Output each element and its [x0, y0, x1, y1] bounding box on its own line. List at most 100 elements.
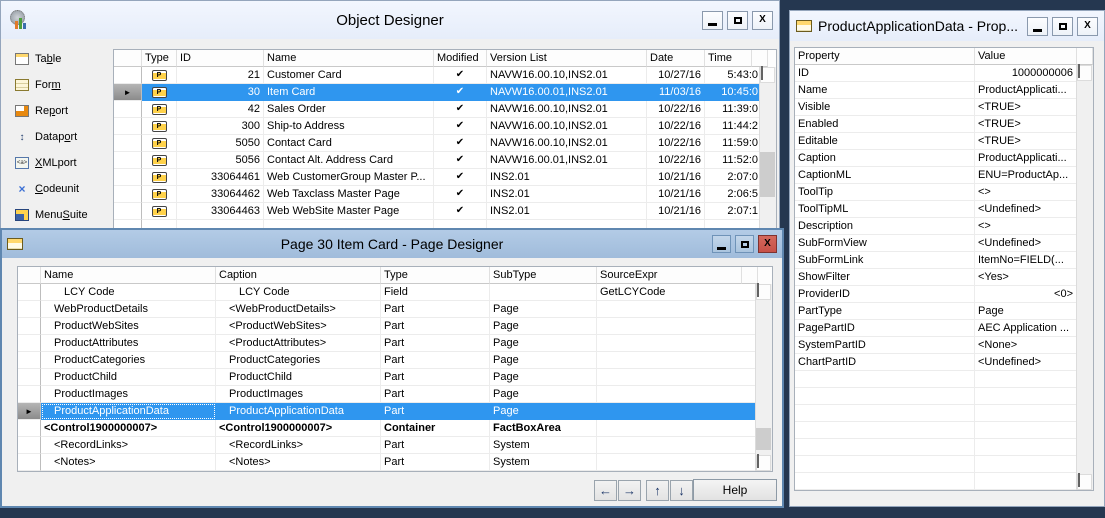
property-row[interactable]: SubFormLinkItemNo=FIELD(... — [795, 252, 1093, 269]
scroll-up-icon[interactable] — [756, 284, 771, 300]
property-row[interactable]: ProviderID<0> — [795, 286, 1093, 303]
table-row[interactable]: ProductImagesProductImagesPartPage — [18, 386, 772, 403]
property-row[interactable]: Visible<TRUE> — [795, 99, 1093, 116]
table-row[interactable]: <Control1900000007><Control1900000007>Co… — [18, 420, 772, 437]
table-row[interactable]: P21Customer Card✔NAVW16.00.10,INS2.0110/… — [114, 67, 776, 84]
page-designer-titlebar[interactable]: Page 30 Item Card - Page Designer X — [2, 230, 782, 258]
property-value[interactable]: <TRUE> — [975, 133, 1077, 150]
column-header-sourceexpr[interactable]: SourceExpr — [597, 267, 742, 284]
minimize-button[interactable] — [702, 11, 723, 30]
maximize-button[interactable] — [1052, 17, 1073, 36]
property-value[interactable]: ENU=ProductAp... — [975, 167, 1077, 184]
column-header-time[interactable]: Time — [705, 50, 752, 67]
property-value[interactable]: <Undefined> — [975, 354, 1077, 371]
close-button[interactable]: X — [758, 235, 777, 253]
property-value[interactable]: <TRUE> — [975, 116, 1077, 133]
table-row[interactable]: P42Sales Order✔NAVW16.00.10,INS2.0110/22… — [114, 101, 776, 118]
scroll-down-icon[interactable] — [756, 455, 771, 471]
table-row[interactable]: WebProductDetails<WebProductDetails>Part… — [18, 301, 772, 318]
property-row[interactable]: ToolTipML<Undefined> — [795, 201, 1093, 218]
scroll-up-icon[interactable] — [760, 67, 775, 83]
move-right-button[interactable]: → — [618, 480, 641, 501]
table-row[interactable]: ProductCategoriesProductCategoriesPartPa… — [18, 352, 772, 369]
property-value[interactable]: <Yes> — [975, 269, 1077, 286]
table-row[interactable]: <RecordLinks><RecordLinks>PartSystem — [18, 437, 772, 454]
column-header-modified[interactable]: Modified — [434, 50, 487, 67]
column-header-name[interactable]: Name — [264, 50, 434, 67]
property-grid-scrollbar[interactable] — [1076, 65, 1093, 490]
property-value[interactable]: <TRUE> — [975, 99, 1077, 116]
property-row[interactable]: PagePartIDAEC Application ... — [795, 320, 1093, 337]
property-value[interactable]: ProductApplicati... — [975, 150, 1077, 167]
minimize-button[interactable] — [712, 235, 731, 253]
table-row[interactable]: ►P30Item Card✔NAVW16.00.01,INS2.0111/03/… — [114, 84, 776, 101]
table-row[interactable]: P33064461Web CustomerGroup Master P...✔I… — [114, 169, 776, 186]
property-value[interactable]: 1000000006 — [975, 65, 1077, 82]
property-row[interactable]: SystemPartID<None> — [795, 337, 1093, 354]
minimize-button[interactable] — [1027, 17, 1048, 36]
column-header-type[interactable]: Type — [142, 50, 177, 67]
column-header-version[interactable]: Version List — [487, 50, 647, 67]
property-row[interactable]: Editable<TRUE> — [795, 133, 1093, 150]
maximize-button[interactable] — [735, 235, 754, 253]
maximize-button[interactable] — [727, 11, 748, 30]
property-value[interactable]: <Undefined> — [975, 235, 1077, 252]
property-row[interactable]: ShowFilter<Yes> — [795, 269, 1093, 286]
column-header-date[interactable]: Date — [647, 50, 705, 67]
property-row[interactable]: ID1000000006 — [795, 65, 1093, 82]
property-value[interactable]: AEC Application ... — [975, 320, 1077, 337]
move-up-button[interactable]: ↑ — [646, 480, 669, 501]
column-header-caption[interactable]: Caption — [216, 267, 381, 284]
sidebar-item-menusuite[interactable]: MenuSuite — [15, 207, 113, 223]
table-row[interactable]: ►ProductApplicationDataProductApplicatio… — [18, 403, 772, 420]
property-row[interactable]: SubFormView<Undefined> — [795, 235, 1093, 252]
property-row[interactable]: CaptionProductApplicati... — [795, 150, 1093, 167]
close-button[interactable]: X — [1077, 17, 1098, 36]
scroll-up-icon[interactable] — [1077, 65, 1092, 81]
property-value[interactable]: Page — [975, 303, 1077, 320]
property-row[interactable]: NameProductApplicati... — [795, 82, 1093, 99]
column-header-property[interactable]: Property — [795, 48, 975, 65]
control-list-scrollbar[interactable] — [755, 284, 772, 471]
sidebar-item-codeunit[interactable]: ×Codeunit — [15, 181, 113, 197]
property-value[interactable]: <Undefined> — [975, 201, 1077, 218]
table-row[interactable]: ProductWebSites<ProductWebSites>PartPage — [18, 318, 772, 335]
property-row[interactable]: ToolTip<> — [795, 184, 1093, 201]
sidebar-item-table[interactable]: Table — [15, 51, 113, 67]
table-row[interactable]: P5056Contact Alt. Address Card✔NAVW16.00… — [114, 152, 776, 169]
scroll-down-icon[interactable] — [1077, 474, 1092, 490]
column-header-value[interactable]: Value — [975, 48, 1077, 65]
table-row[interactable]: ProductChildProductChildPartPage — [18, 369, 772, 386]
close-button[interactable]: X — [752, 11, 773, 30]
object-list-scrollbar[interactable] — [759, 67, 776, 230]
table-row[interactable]: LCY CodeLCY CodeFieldGetLCYCode — [18, 284, 772, 301]
property-row[interactable]: ChartPartID<Undefined> — [795, 354, 1093, 371]
table-row[interactable]: P5050Contact Card✔NAVW16.00.10,INS2.0110… — [114, 135, 776, 152]
property-value[interactable]: ProductApplicati... — [975, 82, 1077, 99]
table-row[interactable]: P33064463Web WebSite Master Page✔INS2.01… — [114, 203, 776, 220]
table-row[interactable]: P33064462Web Taxclass Master Page✔INS2.0… — [114, 186, 776, 203]
move-left-button[interactable]: ← — [594, 480, 617, 501]
property-row[interactable]: Description<> — [795, 218, 1093, 235]
column-header-id[interactable]: ID — [177, 50, 264, 67]
table-row[interactable]: <Notes><Notes>PartSystem — [18, 454, 772, 471]
property-value[interactable]: <> — [975, 184, 1077, 201]
property-value[interactable]: <> — [975, 218, 1077, 235]
scrollbar-thumb[interactable] — [756, 428, 771, 450]
sidebar-item-form[interactable]: Form — [15, 77, 113, 93]
object-designer-titlebar[interactable]: Object Designer X — [1, 1, 779, 39]
move-down-button[interactable]: ↓ — [670, 480, 693, 501]
property-value[interactable]: <None> — [975, 337, 1077, 354]
table-row[interactable]: P300Ship-to Address✔NAVW16.00.10,INS2.01… — [114, 118, 776, 135]
help-button[interactable]: Help — [693, 479, 777, 501]
property-row[interactable]: PartTypePage — [795, 303, 1093, 320]
sidebar-item-report[interactable]: Report — [15, 103, 113, 119]
property-value[interactable]: ItemNo=FIELD(... — [975, 252, 1077, 269]
properties-titlebar[interactable]: ProductApplicationData - Prop... X — [790, 11, 1104, 41]
property-value[interactable]: <0> — [975, 286, 1077, 303]
scrollbar-thumb[interactable] — [760, 152, 775, 197]
column-header-subtype[interactable]: SubType — [490, 267, 597, 284]
sidebar-item-dataport[interactable]: ↕Dataport — [15, 129, 113, 145]
sidebar-item-xmlport[interactable]: <a>XMLport — [15, 155, 113, 171]
column-header-type[interactable]: Type — [381, 267, 490, 284]
